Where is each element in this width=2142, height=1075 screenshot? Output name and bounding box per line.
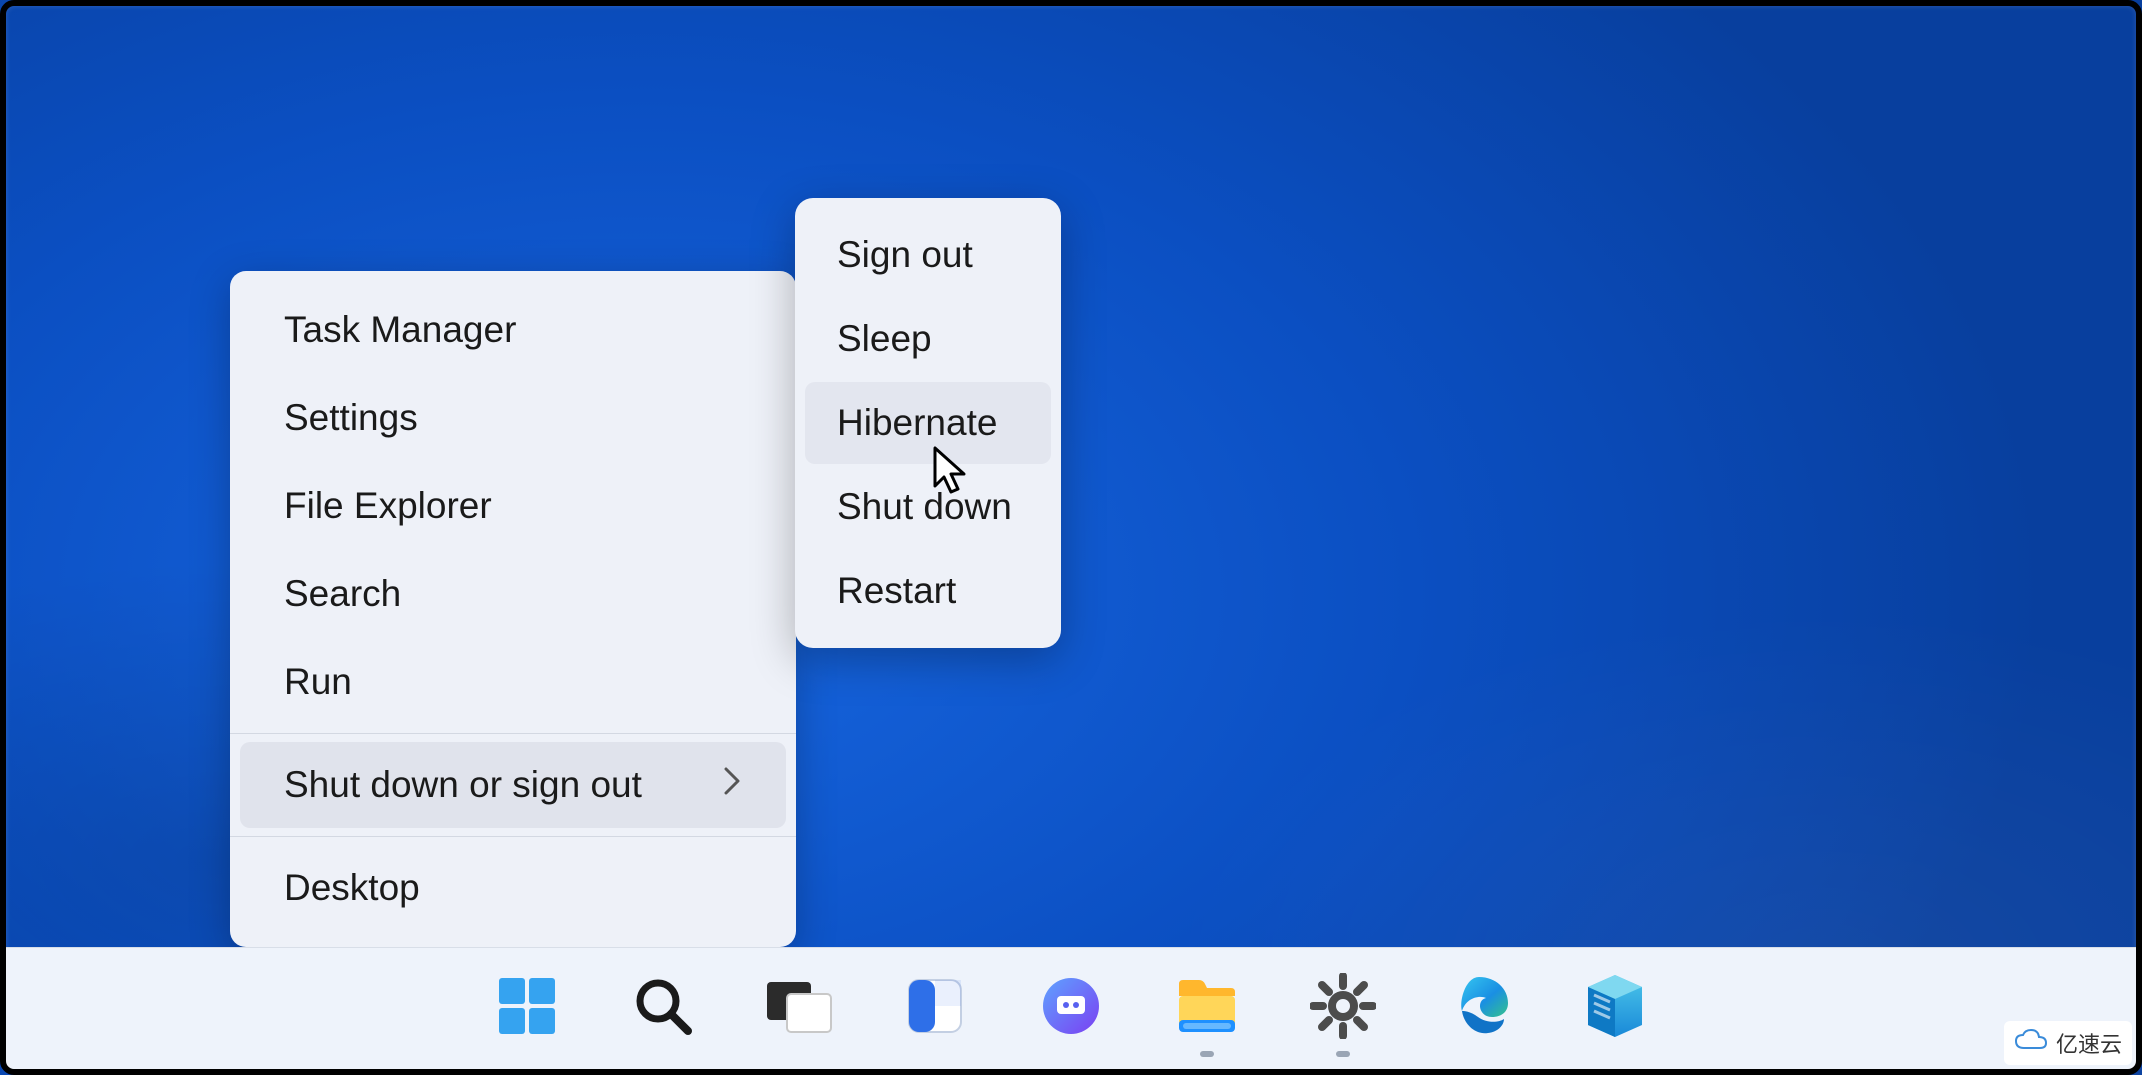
search-icon	[631, 974, 695, 1043]
submenu-item-sign-out[interactable]: Sign out	[805, 214, 1051, 296]
submenu-item-label: Shut down	[837, 486, 1012, 527]
menu-item-label: Shut down or sign out	[284, 764, 642, 806]
watermark-text: 亿速云	[2056, 1027, 2122, 1059]
menu-item-search[interactable]: Search	[240, 551, 786, 637]
menu-item-label: Search	[284, 573, 401, 615]
app-icon	[1584, 971, 1646, 1046]
menu-item-label: Task Manager	[284, 309, 516, 351]
menu-item-file-explorer[interactable]: File Explorer	[240, 463, 786, 549]
menu-item-task-manager[interactable]: Task Manager	[240, 287, 786, 373]
settings-button[interactable]	[1303, 969, 1383, 1049]
menu-item-label: Desktop	[284, 867, 420, 909]
watermark: 亿速云	[2004, 1021, 2132, 1065]
task-view-button[interactable]	[759, 969, 839, 1049]
file-explorer-button[interactable]	[1167, 969, 1247, 1049]
submenu-item-restart[interactable]: Restart	[805, 550, 1051, 632]
shutdown-submenu: Sign out Sleep Hibernate Shut down Resta…	[795, 198, 1061, 648]
submenu-item-shut-down[interactable]: Shut down	[805, 466, 1051, 548]
edge-button[interactable]	[1439, 969, 1519, 1049]
chat-icon	[1039, 974, 1103, 1043]
start-button[interactable]	[487, 969, 567, 1049]
edge-icon	[1446, 973, 1512, 1044]
file-explorer-icon	[1173, 976, 1241, 1041]
chat-button[interactable]	[1031, 969, 1111, 1049]
submenu-item-label: Restart	[837, 570, 956, 611]
taskbar	[6, 947, 2136, 1069]
submenu-item-sleep[interactable]: Sleep	[805, 298, 1051, 380]
submenu-item-label: Sleep	[837, 318, 932, 359]
start-icon	[495, 974, 559, 1043]
widgets-icon	[903, 974, 967, 1043]
submenu-item-label: Sign out	[837, 234, 973, 275]
app-button[interactable]	[1575, 969, 1655, 1049]
menu-separator	[230, 836, 796, 837]
menu-item-shutdown-or-sign-out[interactable]: Shut down or sign out	[240, 742, 786, 828]
menu-item-label: File Explorer	[284, 485, 492, 527]
gear-icon	[1310, 973, 1376, 1044]
menu-item-desktop[interactable]: Desktop	[240, 845, 786, 931]
menu-item-settings[interactable]: Settings	[240, 375, 786, 461]
submenu-item-hibernate[interactable]: Hibernate	[805, 382, 1051, 464]
submenu-item-label: Hibernate	[837, 402, 997, 443]
menu-item-label: Run	[284, 661, 352, 703]
task-view-icon	[763, 974, 835, 1043]
search-button[interactable]	[623, 969, 703, 1049]
menu-item-label: Settings	[284, 397, 418, 439]
widgets-button[interactable]	[895, 969, 975, 1049]
chevron-right-icon	[722, 767, 742, 803]
menu-separator	[230, 733, 796, 734]
cloud-icon	[2014, 1028, 2048, 1059]
menu-item-run[interactable]: Run	[240, 639, 786, 725]
winx-context-menu: Task Manager Settings File Explorer Sear…	[230, 271, 796, 947]
